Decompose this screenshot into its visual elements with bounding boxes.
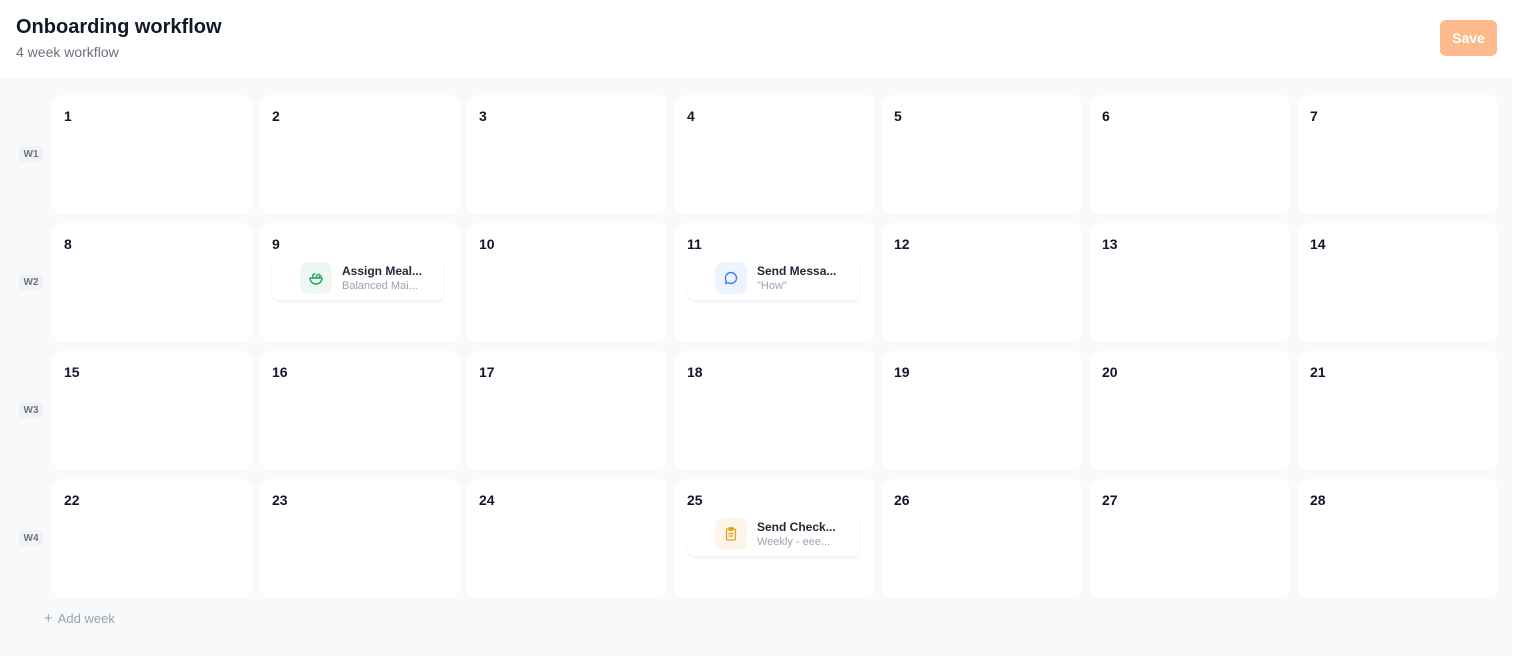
- day-cell[interactable]: 26: [882, 479, 1082, 598]
- day-cell[interactable]: 11 Send Messa... "How": [675, 223, 875, 342]
- week-label: W1: [19, 146, 43, 162]
- day-number: 15: [64, 364, 80, 380]
- day-cell[interactable]: 5: [882, 95, 1082, 214]
- salad-bowl-icon: [300, 262, 332, 294]
- task-card[interactable]: Send Check... Weekly - eee...: [687, 511, 859, 557]
- day-cell[interactable]: 10: [467, 223, 667, 342]
- day-number: 3: [479, 108, 487, 124]
- day-cell[interactable]: 13: [1090, 223, 1290, 342]
- day-cell[interactable]: 12: [882, 223, 1082, 342]
- day-cell[interactable]: 27: [1090, 479, 1290, 598]
- week-label: W4: [19, 530, 43, 546]
- day-cell[interactable]: 25 Send Check... Weekly - eee...: [675, 479, 875, 598]
- task-subtitle: Weekly - eee...: [757, 536, 831, 548]
- day-number: 12: [894, 236, 910, 252]
- week-label: W3: [19, 402, 43, 418]
- day-number: 2: [272, 108, 280, 124]
- day-cell[interactable]: 23: [260, 479, 460, 598]
- task-title: Assign Meal...: [342, 264, 423, 278]
- day-cell[interactable]: 6: [1090, 95, 1290, 214]
- day-number: 16: [272, 364, 288, 380]
- task-card[interactable]: Send Messa... "How": [687, 255, 859, 301]
- day-number: 22: [64, 492, 80, 508]
- day-cell[interactable]: 28: [1298, 479, 1498, 598]
- day-number: 5: [894, 108, 902, 124]
- day-cell[interactable]: 17: [467, 351, 667, 470]
- day-number: 26: [894, 492, 910, 508]
- day-number: 24: [479, 492, 495, 508]
- day-cell[interactable]: 2: [260, 95, 460, 214]
- add-week-label: Add week: [57, 610, 115, 626]
- day-cell[interactable]: 19: [882, 351, 1082, 470]
- day-number: 13: [1102, 236, 1118, 252]
- day-number: 8: [64, 236, 72, 252]
- day-number: 7: [1310, 108, 1318, 124]
- day-cell[interactable]: 8: [52, 223, 252, 342]
- day-cell[interactable]: 15: [52, 351, 252, 470]
- task-subtitle: Balanced Mai...: [342, 280, 418, 292]
- day-cell[interactable]: 24: [467, 479, 667, 598]
- week-label: W2: [19, 274, 43, 290]
- clipboard-icon: [715, 518, 747, 550]
- day-cell[interactable]: 1: [52, 95, 252, 214]
- day-number: 20: [1102, 364, 1118, 380]
- day-cell[interactable]: 3: [467, 95, 667, 214]
- day-cell[interactable]: 9 Assign Meal... Balanced Mai...: [260, 223, 460, 342]
- day-cell[interactable]: 16: [260, 351, 460, 470]
- task-title: Send Messa...: [757, 264, 837, 278]
- plus-icon: +: [44, 609, 53, 627]
- day-cell[interactable]: 4: [675, 95, 875, 214]
- day-cell[interactable]: 7: [1298, 95, 1498, 214]
- workflow-board: W1 1 2 3 4 5 6 7 W2 8 9 Assign Meal... Balanced Mai.…: [0, 78, 1512, 656]
- page-header: Onboarding workflow 4 week workflow Save: [0, 0, 1512, 78]
- page-title: Onboarding workflow: [16, 16, 222, 38]
- day-number: 27: [1102, 492, 1118, 508]
- day-number: 21: [1310, 364, 1326, 380]
- scrollbar-track[interactable]: [1512, 0, 1523, 656]
- day-number: 23: [272, 492, 288, 508]
- day-number: 11: [687, 236, 702, 252]
- day-number: 14: [1310, 236, 1326, 252]
- day-cell[interactable]: 21: [1298, 351, 1498, 470]
- day-number: 1: [64, 108, 72, 124]
- day-number: 28: [1310, 492, 1326, 508]
- day-cell[interactable]: 20: [1090, 351, 1290, 470]
- day-cell[interactable]: 14: [1298, 223, 1498, 342]
- chat-bubble-icon: [715, 262, 747, 294]
- task-card[interactable]: Assign Meal... Balanced Mai...: [272, 255, 444, 301]
- add-week-button[interactable]: + Add week: [44, 610, 115, 626]
- day-cell[interactable]: 18: [675, 351, 875, 470]
- day-number: 19: [894, 364, 910, 380]
- save-button[interactable]: Save: [1440, 20, 1497, 56]
- day-number: 10: [479, 236, 495, 252]
- day-number: 9: [272, 236, 280, 252]
- day-number: 17: [479, 364, 495, 380]
- page-subtitle: 4 week workflow: [16, 44, 119, 60]
- day-number: 18: [687, 364, 703, 380]
- day-number: 25: [687, 492, 703, 508]
- day-cell[interactable]: 22: [52, 479, 252, 598]
- task-title: Send Check...: [757, 520, 836, 534]
- day-number: 4: [687, 108, 695, 124]
- task-subtitle: "How": [757, 280, 787, 292]
- day-number: 6: [1102, 108, 1110, 124]
